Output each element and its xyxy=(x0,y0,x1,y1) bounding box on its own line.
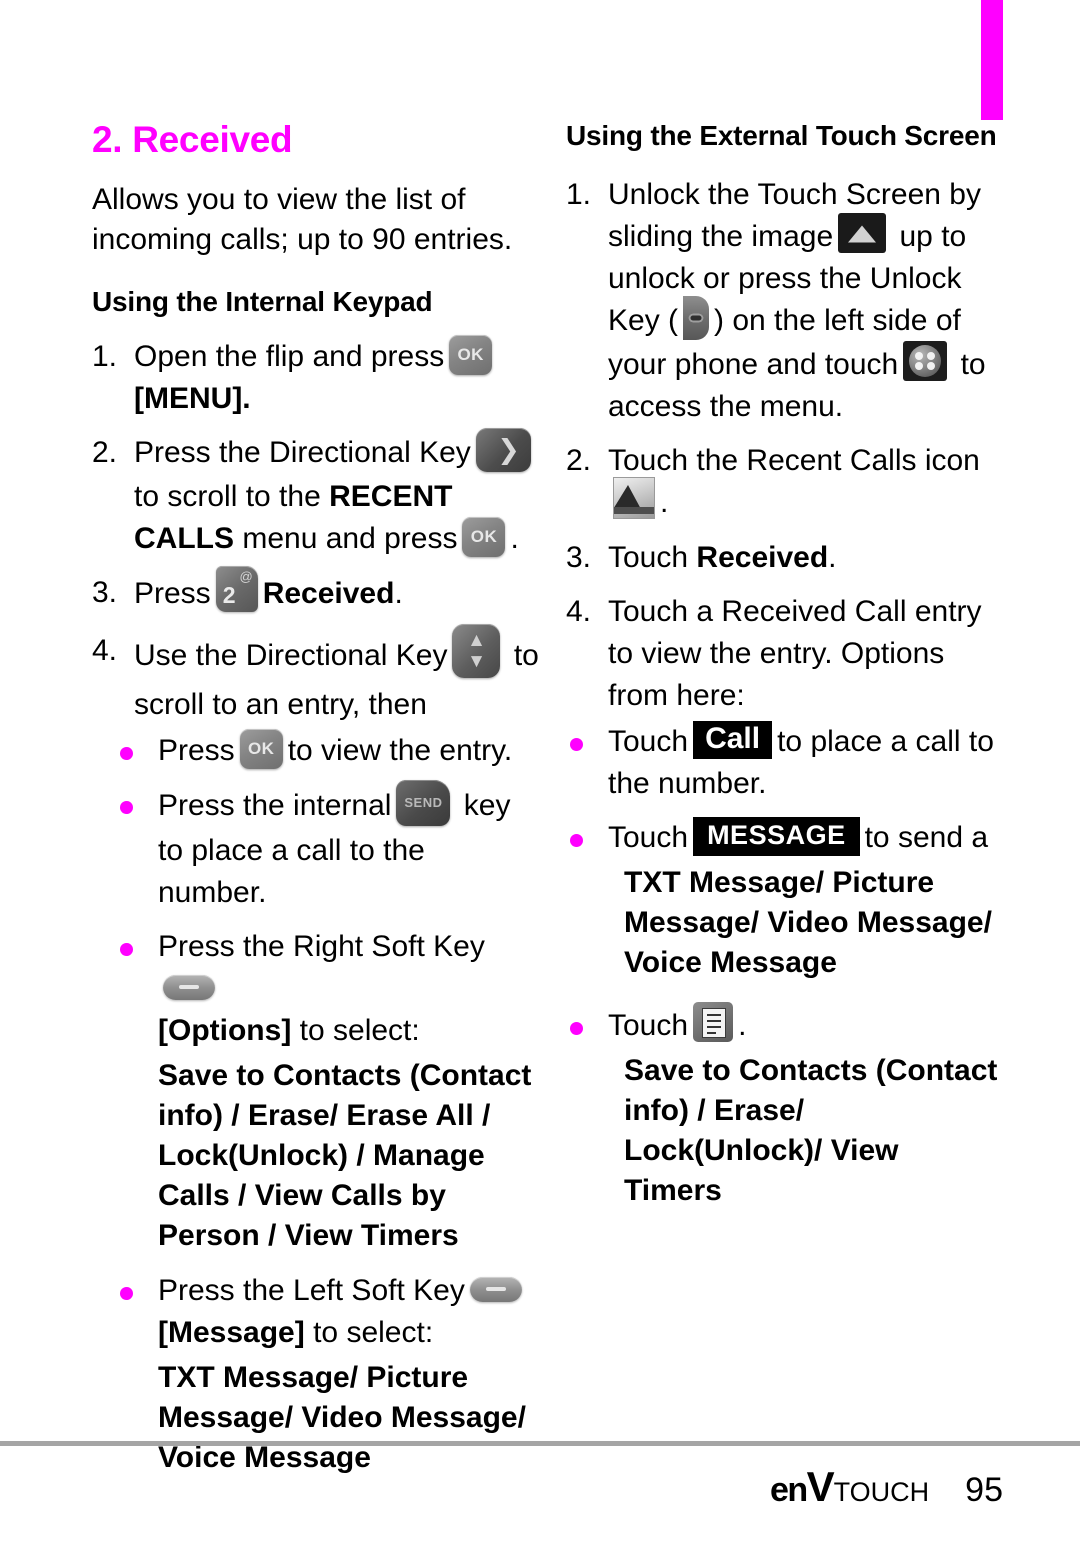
step-3: 3. Touch Received. xyxy=(566,537,998,579)
step-number: 1. xyxy=(566,178,592,211)
bullet-view-list: Touch . xyxy=(566,1002,998,1047)
view-list-icon xyxy=(693,1002,734,1043)
subheading-external-touch-screen: Using the External Touch Screen xyxy=(566,120,997,151)
bullet-text: Press the Right Soft Key xyxy=(158,930,485,964)
bracket-label: [Message] xyxy=(158,1316,305,1350)
bullet-dot-icon xyxy=(570,1022,583,1036)
step-text: Use the Directional Key xyxy=(134,639,448,673)
subheading-internal-keypad: Using the Internal Keypad xyxy=(92,286,433,317)
page-number: 95 xyxy=(965,1471,1003,1509)
bullet-text: to select: xyxy=(313,1316,434,1350)
bullet-dot-icon xyxy=(120,943,133,957)
step-text-bold: [MENU]. xyxy=(134,382,251,416)
step-2: 2. Touch the Recent Calls icon . xyxy=(566,440,998,525)
step-number: 2. xyxy=(92,436,118,470)
step-text: Open the flip and press xyxy=(134,340,445,373)
step-number: 1. xyxy=(92,340,118,373)
right-column: Using the External Touch Screen 1. Unlock… xyxy=(566,118,998,1225)
options-list-view-entry: Save to Contacts (Contact info) / Erase/… xyxy=(624,1054,998,1208)
page-footer: enVTOUCH 95 xyxy=(770,1466,1003,1510)
bullet-dot-icon xyxy=(120,801,133,815)
bullet-dot-icon xyxy=(120,1287,133,1301)
step-number: 3. xyxy=(566,541,592,575)
manual-page: 2. Received Allows you to view the list … xyxy=(0,0,1080,1552)
bullet-left-soft-key: Press the Left Soft Key [Message] to sel… xyxy=(116,1270,540,1354)
bullet-dot-icon xyxy=(570,738,583,752)
ok-key-icon: OK xyxy=(449,335,493,376)
left-soft-key-icon xyxy=(469,1276,522,1302)
bracket-label: [Options] xyxy=(158,1014,292,1048)
left-column: 2. Received Allows you to view the list … xyxy=(92,118,540,1492)
bullet-view-entry: Press OK to view the entry. xyxy=(116,729,540,772)
right-soft-key-icon xyxy=(163,974,215,1000)
step-text: Touch the Recent Calls icon xyxy=(608,444,980,478)
bullet-text: Touch xyxy=(608,821,689,855)
ok-key-icon: OK xyxy=(462,517,506,558)
call-button[interactable]: Call xyxy=(693,721,773,760)
step-text: Press xyxy=(134,577,211,611)
bullet-message-button: Touch MESSAGE to send a xyxy=(566,816,998,859)
chapter-edge-tab xyxy=(981,0,1003,120)
directional-right-key-icon: ❯ xyxy=(475,428,531,473)
page-title: 2. Received xyxy=(92,119,293,160)
footer-divider xyxy=(0,1441,1080,1446)
options-list-right-soft-key: Save to Contacts (Contact info) / Erase/… xyxy=(158,1059,532,1253)
recent-calls-icon xyxy=(613,477,655,520)
bullet-text: to view the entry. xyxy=(287,734,513,768)
bullet-text: Press the Left Soft Key xyxy=(158,1274,465,1308)
step-1: 1. Open the flip and press OK [MENU]. xyxy=(92,335,540,420)
env-touch-logo: enVTOUCH xyxy=(769,1463,930,1510)
bullet-text: Touch xyxy=(608,1009,689,1043)
options-list-message-types: TXT Message/ Picture Message/ Video Mess… xyxy=(624,866,992,980)
send-key-icon: SEND xyxy=(396,780,451,827)
bullet-call-button: Touch Call to place a call to the number. xyxy=(566,721,998,805)
bullet-text: to send a xyxy=(864,821,989,855)
bullet-dot-icon xyxy=(120,747,133,761)
step-number: 3. xyxy=(92,576,118,610)
step-text: Touch a Received Call entry to view the … xyxy=(608,595,982,713)
intro-paragraph: Allows you to view the list of incoming … xyxy=(92,183,513,256)
step-4: 4. Use the Directional Key ▲ ▼ to scroll … xyxy=(92,624,540,726)
step-text: menu and press xyxy=(242,522,458,556)
step-text: to scroll to the xyxy=(134,480,321,514)
options-list-left-soft-key: TXT Message/ Picture Message/ Video Mess… xyxy=(158,1361,526,1475)
bullet-text: Press xyxy=(158,734,235,768)
step-text: . xyxy=(510,522,519,556)
step-text: . xyxy=(828,541,837,575)
step-2: 2. Press the Directional Key ❯ to scroll … xyxy=(92,428,540,560)
step-text: Touch xyxy=(608,541,689,575)
bullet-send-key: Press the internal SEND key to place a c… xyxy=(116,780,540,914)
step-text: . xyxy=(660,486,669,520)
step-number: 4. xyxy=(92,634,118,668)
bullet-text: . xyxy=(738,1009,747,1043)
step-text-bold: Received xyxy=(262,577,395,611)
step-text-bold: Received xyxy=(696,541,829,575)
ok-key-icon: OK xyxy=(239,729,283,770)
bullet-text: to select: xyxy=(299,1014,420,1048)
keypad-2-key-icon: 2 @ xyxy=(215,566,258,613)
message-button[interactable]: MESSAGE xyxy=(693,816,860,856)
step-number: 4. xyxy=(566,595,592,629)
step-3: 3. Press 2 @ Received. xyxy=(92,566,540,618)
bullet-text: Touch xyxy=(608,725,689,759)
directional-updown-key-icon: ▲ ▼ xyxy=(452,624,501,679)
bullet-right-soft-key: Press the Right Soft Key [Options] to se… xyxy=(116,926,540,1052)
step-text: . xyxy=(394,577,403,611)
step-4: 4. Touch a Received Call entry to view th… xyxy=(566,591,998,717)
step-number: 2. xyxy=(566,444,592,478)
slide-up-unlock-image-icon xyxy=(838,213,887,254)
bullet-text: Press the internal xyxy=(158,789,392,823)
menu-grid-icon xyxy=(903,341,948,382)
step-text: Press the Directional Key xyxy=(134,436,471,470)
step-1: 1. Unlock the Touch Screen by sliding the… xyxy=(566,174,998,428)
bullet-dot-icon xyxy=(570,834,583,848)
unlock-side-key-icon xyxy=(683,296,710,341)
